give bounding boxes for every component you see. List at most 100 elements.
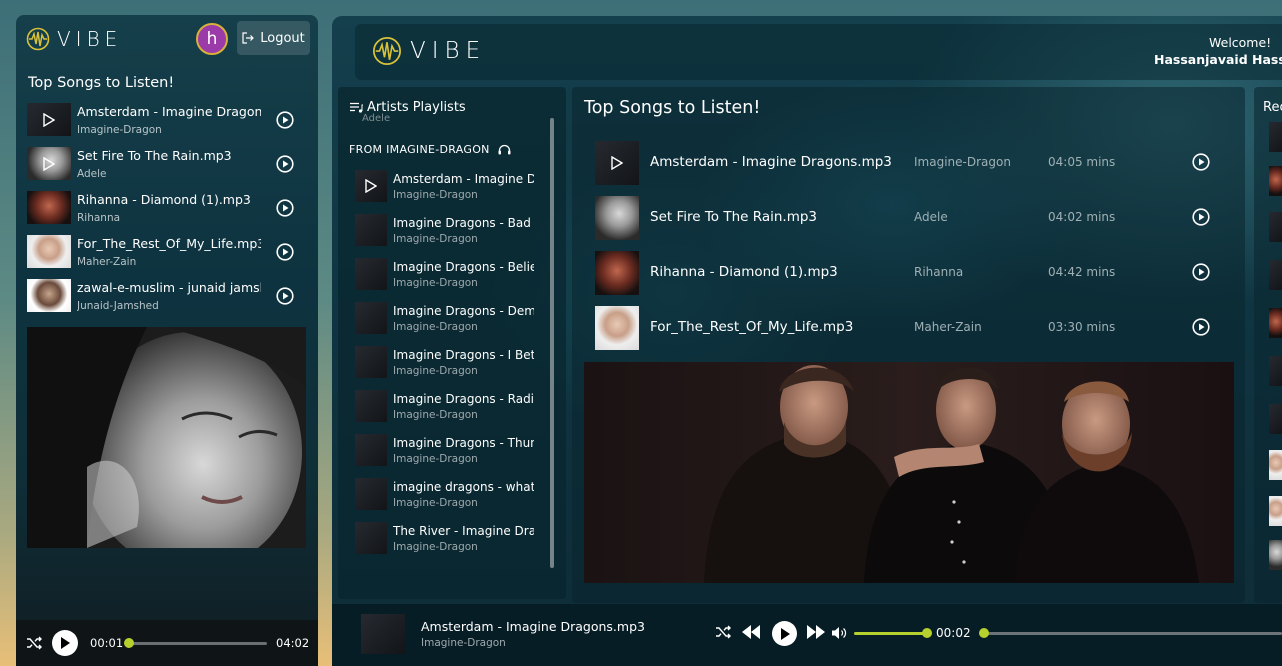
playlist-item-title: imagine dragons - what	[393, 480, 534, 494]
recent-thumbnail[interactable]	[1269, 308, 1282, 338]
playlist-item-thumbnail	[355, 390, 387, 422]
playlist-item-title: Imagine Dragons - Thun	[393, 436, 534, 450]
recent-thumbnail[interactable]	[1269, 260, 1282, 290]
song-title: Set Fire To The Rain.mp3	[77, 148, 232, 163]
play-circle-icon[interactable]	[276, 287, 294, 305]
playlist-item[interactable]: Imagine Dragons - Bad I Imagine-Dragon	[355, 214, 545, 258]
logout-label: Logout	[260, 30, 305, 46]
recent-thumbnail[interactable]	[1269, 166, 1282, 196]
playlist-item[interactable]: Imagine Dragons - Radi Imagine-Dragon	[355, 390, 545, 434]
song-list-item[interactable]: For_The_Rest_Of_My_Life.mp3 Maher-Zain	[27, 233, 309, 277]
recent-thumbnail[interactable]	[1269, 496, 1282, 526]
song-duration: 04:02 mins	[1048, 210, 1116, 224]
play-circle-icon[interactable]	[276, 111, 294, 129]
song-artist: Maher-Zain	[77, 256, 137, 268]
logout-button[interactable]: Logout	[237, 21, 310, 55]
mobile-app-preview: VIBE h Logout Top Songs to Listen! Amste…	[16, 15, 318, 666]
playlist-item-thumbnail	[355, 478, 387, 510]
playlist-item[interactable]: Amsterdam - Imagine D Imagine-Dragon	[355, 170, 545, 214]
playlist-item-info: Imagine Dragons - Thun Imagine-Dragon	[393, 434, 534, 467]
song-list-item[interactable]: Set Fire To The Rain.mp3 Adele	[27, 145, 309, 189]
playlist-item-artist: Imagine-Dragon	[393, 497, 478, 509]
playlist-item-artist: Imagine-Dragon	[393, 277, 478, 289]
headphones-icon	[498, 144, 511, 155]
playlist-item[interactable]: The River - Imagine Drag Imagine-Dragon	[355, 522, 545, 566]
playlist-item[interactable]: Imagine Dragons - Belie Imagine-Dragon	[355, 258, 545, 302]
playlist-item-artist: Imagine-Dragon	[393, 233, 478, 245]
recent-thumbnail[interactable]	[1269, 122, 1282, 152]
song-artist: Maher-Zain	[914, 320, 982, 334]
song-thumbnail	[27, 191, 71, 224]
current-time: 00:02	[936, 626, 971, 640]
playlist-item-info: Amsterdam - Imagine D Imagine-Dragon	[393, 170, 534, 203]
play-circle-icon[interactable]	[1192, 263, 1210, 281]
song-info: For_The_Rest_Of_My_Life.mp3 Maher-Zain	[77, 233, 261, 270]
song-artist: Imagine-Dragon	[914, 155, 1011, 169]
recent-thumbnail[interactable]	[1269, 404, 1282, 434]
play-circle-icon[interactable]	[1192, 208, 1210, 226]
playlist-item-thumbnail	[355, 302, 387, 334]
now-playing-thumbnail	[361, 614, 405, 654]
seek-bar[interactable]	[126, 642, 267, 645]
song-artist: Junaid-Jamshed	[77, 300, 159, 312]
playlist-scrollbar[interactable]	[550, 118, 554, 568]
playlist-item-title: Imagine Dragons - Bad I	[393, 216, 534, 230]
volume-icon[interactable]	[831, 626, 847, 640]
total-time: 04:02	[276, 636, 310, 650]
recent-thumbnail[interactable]	[1269, 212, 1282, 242]
next-icon[interactable]	[806, 625, 826, 639]
play-overlay-icon	[43, 112, 55, 127]
playlist-item[interactable]: Imagine Dragons - I Bet Imagine-Dragon	[355, 346, 545, 390]
seek-knob[interactable]	[979, 628, 989, 638]
soundwave-logo-icon	[373, 37, 401, 65]
artists-playlists-panel: Artists Playlists Adele FROM IMAGINE-DRA…	[338, 87, 566, 599]
now-playing-title: Amsterdam - Imagine Dragons.mp3	[421, 619, 645, 634]
recent-thumbnail[interactable]	[1269, 356, 1282, 386]
top-songs-list: Amsterdam - Imagine Dragons Imagine-Drago…	[27, 101, 309, 321]
vibe-logo[interactable]: VIBE	[372, 36, 486, 66]
playlist-item-artist: Imagine-Dragon	[393, 453, 478, 465]
shuffle-icon[interactable]	[26, 636, 42, 650]
song-thumbnail	[27, 235, 71, 268]
volume-slider[interactable]	[854, 632, 928, 635]
song-list-item[interactable]: Amsterdam - Imagine Dragons Imagine-Drago…	[27, 101, 309, 145]
previous-icon[interactable]	[741, 625, 761, 639]
playlist-item-info: imagine dragons - what Imagine-Dragon	[393, 478, 534, 511]
table-row[interactable]: Amsterdam - Imagine Dragons.mp3 Imagine-D…	[595, 140, 1215, 195]
playlist-item-title: Imagine Dragons - Belie	[393, 260, 534, 274]
play-circle-icon[interactable]	[276, 155, 294, 173]
song-title: zawal-e-muslim - junaid jamsh	[77, 280, 261, 295]
user-avatar[interactable]: h	[196, 23, 228, 55]
recent-thumbnail[interactable]	[1269, 540, 1282, 570]
play-circle-icon[interactable]	[276, 243, 294, 261]
volume-knob[interactable]	[922, 628, 932, 638]
seek-knob[interactable]	[123, 638, 134, 648]
playlist-item[interactable]: Imagine Dragons - Thun Imagine-Dragon	[355, 434, 545, 478]
play-overlay-icon	[611, 156, 623, 170]
song-thumbnail	[595, 196, 639, 240]
table-row[interactable]: Set Fire To The Rain.mp3 Adele 04:02 mins	[595, 195, 1215, 250]
table-row[interactable]: For_The_Rest_Of_My_Life.mp3 Maher-Zain 03:…	[595, 305, 1215, 360]
section-title: Top Songs to Listen!	[28, 75, 175, 91]
playlist-item-artist: Imagine-Dragon	[393, 189, 478, 201]
table-row[interactable]: Rihanna - Diamond (1).mp3 Rihanna 04:42 mi…	[595, 250, 1215, 305]
play-circle-icon[interactable]	[1192, 153, 1210, 171]
avatar-letter: h	[206, 29, 218, 49]
playlist-item[interactable]: imagine dragons - what Imagine-Dragon	[355, 478, 545, 522]
play-circle-icon[interactable]	[276, 199, 294, 217]
seek-bar[interactable]	[982, 632, 1282, 635]
recent-thumbnail[interactable]	[1269, 450, 1282, 480]
desktop-app-preview: VIBE Welcome! Hassanjavaid Hassan Artist…	[332, 16, 1282, 666]
song-list-item[interactable]: Rihanna - Diamond (1).mp3 Rihanna	[27, 189, 309, 233]
playlist-item-thumbnail	[355, 258, 387, 290]
play-circle-icon[interactable]	[1192, 318, 1210, 336]
play-overlay-icon	[43, 156, 55, 171]
shuffle-icon[interactable]	[715, 625, 731, 639]
vibe-logo[interactable]: VIBE	[26, 25, 122, 53]
play-button[interactable]	[772, 621, 797, 646]
playlist-item[interactable]: Imagine Dragons - Dem Imagine-Dragon	[355, 302, 545, 346]
song-list-item[interactable]: zawal-e-muslim - junaid jamsh Junaid-Jams…	[27, 277, 309, 321]
play-button[interactable]	[52, 630, 78, 656]
playlist-item-artist: Imagine-Dragon	[393, 365, 478, 377]
song-thumbnail	[595, 141, 639, 185]
